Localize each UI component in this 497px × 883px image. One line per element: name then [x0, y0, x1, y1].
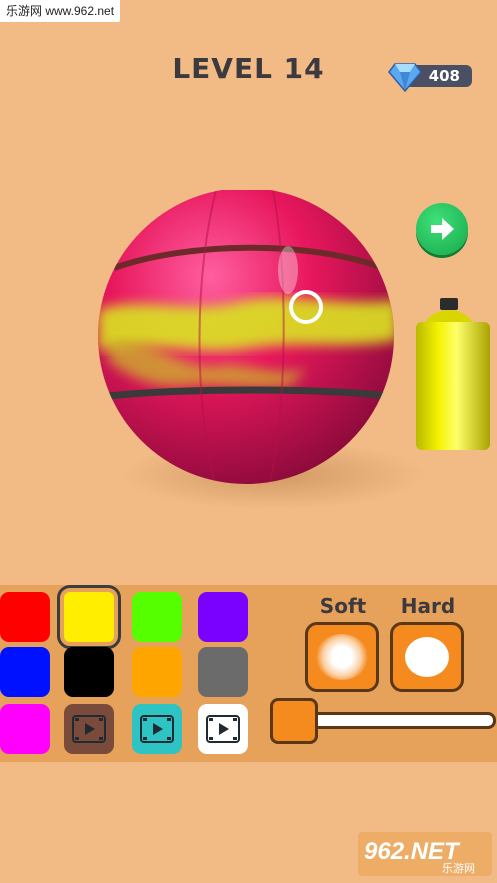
swatch-locked-white[interactable]: [198, 704, 248, 754]
watermark-text: 乐游网 www.962.net: [0, 0, 121, 22]
swatch-magenta[interactable]: [0, 704, 50, 754]
swatch-locked-brown[interactable]: [64, 704, 114, 754]
hard-label: Hard: [400, 594, 456, 618]
soft-label: Soft: [319, 594, 367, 618]
video-play-icon: [72, 715, 106, 743]
swatch-yellow[interactable]: [57, 585, 121, 649]
swatch-gray[interactable]: [198, 647, 248, 697]
watermark-logo: 962.NET 乐游网: [358, 832, 492, 876]
swatch-blue[interactable]: [0, 647, 50, 697]
arrow-right-icon: [431, 218, 454, 240]
swatch-locked-teal[interactable]: [132, 704, 182, 754]
diamond-icon: [388, 63, 422, 92]
swatch-purple[interactable]: [198, 592, 248, 642]
video-play-icon: [140, 715, 174, 743]
video-play-icon: [206, 715, 240, 743]
svg-text:962.NET: 962.NET: [364, 838, 461, 865]
next-button[interactable]: [416, 203, 468, 255]
hard-dot: [405, 637, 449, 677]
gem-counter: 408: [388, 62, 472, 92]
paint-ball: [98, 190, 394, 484]
brush-size-slider[interactable]: [296, 712, 496, 729]
soft-brush-button[interactable]: [305, 622, 379, 692]
swatch-green[interactable]: [132, 592, 182, 642]
swatch-red[interactable]: [0, 592, 50, 642]
swatch-orange[interactable]: [132, 647, 182, 697]
spray-can: [416, 298, 490, 450]
hard-brush-button[interactable]: [390, 622, 464, 692]
svg-text:乐游网: 乐游网: [442, 862, 475, 875]
brush-size-handle[interactable]: [270, 698, 318, 744]
soft-dot: [316, 634, 368, 680]
swatch-black[interactable]: [64, 647, 114, 697]
